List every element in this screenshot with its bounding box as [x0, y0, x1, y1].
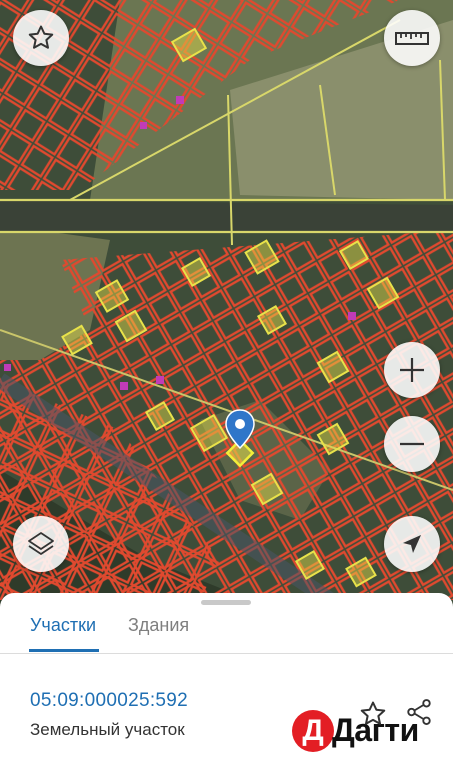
plus-icon	[400, 358, 424, 382]
canal-road	[0, 200, 453, 232]
share-icon[interactable]	[404, 697, 434, 727]
minus-icon	[400, 442, 424, 446]
zoom-in-button[interactable]	[384, 342, 440, 398]
ruler-icon	[395, 32, 429, 45]
tab-plots[interactable]: Участки	[30, 615, 96, 636]
zoom-out-button[interactable]	[384, 416, 440, 472]
favorites-button[interactable]	[13, 10, 69, 66]
logo-letter: Д	[292, 710, 334, 752]
navigation-arrow-icon	[403, 535, 421, 553]
tab-divider	[0, 653, 453, 654]
bottom-sheet: Участки Здания 05:09:000025:592 Земельны…	[0, 593, 453, 768]
active-tab-indicator	[29, 649, 99, 652]
tab-buildings[interactable]: Здания	[128, 615, 189, 636]
sheet-drag-handle[interactable]	[201, 600, 251, 605]
star-outline-icon	[28, 25, 54, 49]
ruler-button[interactable]	[384, 10, 440, 66]
layers-icon	[28, 532, 54, 555]
layers-button[interactable]	[13, 516, 69, 572]
cadastral-number-link[interactable]: 05:09:000025:592	[30, 690, 188, 712]
object-type-label: Земельный участок	[30, 720, 185, 739]
star-outline-icon[interactable]	[358, 699, 388, 729]
locate-button[interactable]	[384, 516, 440, 572]
